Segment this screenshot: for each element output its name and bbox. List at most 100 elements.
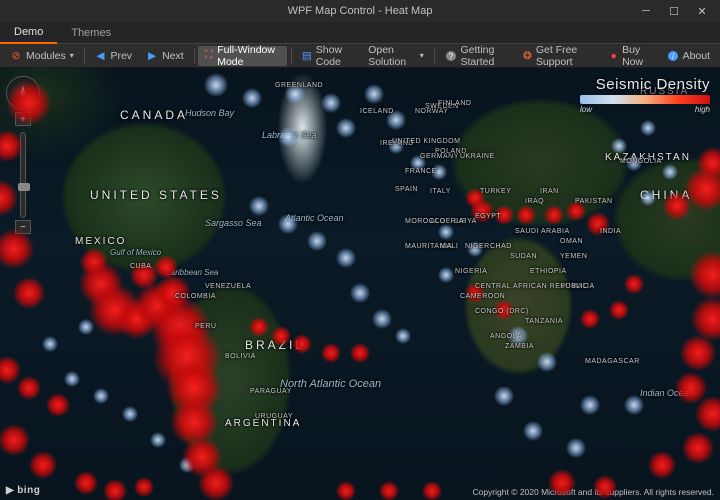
code-icon: ▤ <box>302 50 312 62</box>
heat-point <box>675 372 707 404</box>
country-label-small: POLAND <box>435 148 467 155</box>
heat-point <box>697 147 720 179</box>
chevron-down-icon: ▾ <box>420 51 424 60</box>
modules-label: Modules <box>26 50 66 62</box>
heat-point <box>154 255 178 279</box>
legend-low: low <box>580 105 592 114</box>
country-label-small: MOROCCO <box>405 218 446 225</box>
prev-button[interactable]: ◀ Prev <box>88 46 138 66</box>
next-button[interactable]: ▶ Next <box>140 46 190 66</box>
heat-point <box>467 241 483 257</box>
heat-point <box>508 326 528 346</box>
bing-icon: ▶ <box>6 485 14 496</box>
heat-point <box>609 300 629 320</box>
title-bar: WPF Map Control - Heat Map ─ ☐ ✕ <box>0 0 720 22</box>
full-window-label: Full-Window Mode <box>217 44 281 68</box>
close-button[interactable]: ✕ <box>688 0 716 22</box>
country-label-small: NIGER <box>465 243 490 250</box>
zoom-out-button[interactable]: − <box>15 220 31 234</box>
country-label-small: CAMEROON <box>460 293 505 300</box>
heat-point <box>388 138 404 154</box>
buy-now-button[interactable]: ● Buy Now <box>603 46 658 66</box>
country-label-small: URUGUAY <box>255 413 293 420</box>
separator <box>84 48 85 64</box>
getting-started-label: Getting Started <box>461 44 510 68</box>
heat-point <box>648 451 676 479</box>
heat-point <box>537 352 557 372</box>
about-button[interactable]: i About <box>661 46 716 66</box>
heat-point <box>350 283 370 303</box>
heat-point <box>74 471 98 495</box>
toolbar: ⊘ Modules ▾ ◀ Prev ▶ Next ⛶ Full-Window … <box>0 44 720 68</box>
buy-now-label: Buy Now <box>622 44 653 68</box>
water-label: North Atlantic Ocean <box>280 378 381 390</box>
prev-label: Prev <box>110 50 132 62</box>
modules-dropdown[interactable]: ⊘ Modules ▾ <box>4 46 80 66</box>
separator <box>194 48 195 64</box>
svg-text:i: i <box>672 52 674 61</box>
heat-point <box>307 231 327 251</box>
heat-point <box>580 309 600 329</box>
country-label-small: FINLAND <box>438 100 471 107</box>
free-support-button[interactable]: ❂ Get Free Support <box>517 46 601 66</box>
compass-control[interactable] <box>6 76 40 110</box>
zoom-thumb[interactable] <box>18 183 30 191</box>
show-code-label: Show Code <box>316 44 354 68</box>
heat-point <box>410 155 426 171</box>
minimize-button[interactable]: ─ <box>632 0 660 22</box>
zoom-in-button[interactable]: + <box>15 112 31 126</box>
country-label-small: ETHIOPIA <box>530 268 567 275</box>
heat-point <box>364 84 384 104</box>
country-label: UNITED STATES <box>90 188 222 202</box>
heat-point <box>680 335 716 371</box>
open-solution-dropdown[interactable]: Open Solution ▾ <box>362 46 430 66</box>
heat-point <box>372 309 392 329</box>
water-label: Hudson Bay <box>185 108 234 118</box>
heat-point <box>336 248 356 268</box>
country-label-small: NIGERIA <box>455 268 487 275</box>
heat-point <box>155 275 191 311</box>
country-label-small: UKRAINE <box>460 153 495 160</box>
water-label: Labrador Sea <box>262 130 317 140</box>
heat-point <box>494 300 514 320</box>
country-label-small: CONGO (DRC) <box>475 308 529 315</box>
country-label-small: OMAN <box>560 238 583 245</box>
heat-point <box>166 360 222 416</box>
separator <box>291 48 292 64</box>
country-label-small: NORWAY <box>415 108 449 115</box>
maximize-button[interactable]: ☐ <box>660 0 688 22</box>
country-label-small: BOLIVIA <box>225 353 256 360</box>
heat-point <box>438 224 454 240</box>
heat-point <box>285 84 305 104</box>
tab-demo[interactable]: Demo <box>0 22 57 44</box>
heat-point <box>465 283 485 303</box>
getting-started-button[interactable]: ? Getting Started <box>439 46 516 66</box>
country-label-small: CUBA <box>130 263 151 270</box>
country-label-small: ICELAND <box>360 108 394 115</box>
heat-point <box>516 205 536 225</box>
prev-icon: ◀ <box>94 50 106 62</box>
water-label: Indian Ocean <box>640 388 694 398</box>
heat-point <box>0 356 21 384</box>
heat-point <box>626 155 642 171</box>
next-label: Next <box>162 50 184 62</box>
window-title: WPF Map Control - Heat Map <box>288 5 433 17</box>
heat-point <box>662 164 678 180</box>
country-label-small: IRAN <box>540 188 559 195</box>
heat-point <box>580 395 600 415</box>
country-label-small: ANGOLA <box>490 333 522 340</box>
heat-point <box>29 451 57 479</box>
heat-point <box>586 212 610 236</box>
tab-themes[interactable]: Themes <box>57 22 125 44</box>
zoom-slider[interactable] <box>20 132 26 218</box>
heat-point <box>130 261 158 289</box>
country-label-small: FRANCE <box>405 168 437 175</box>
show-code-button[interactable]: ▤ Show Code <box>296 46 360 66</box>
heat-point <box>249 317 269 337</box>
full-window-mode-button[interactable]: ⛶ Full-Window Mode <box>198 46 287 66</box>
heat-point <box>103 479 127 500</box>
country-label-small: GREENLAND <box>275 82 323 89</box>
heat-point <box>431 164 447 180</box>
map-canvas[interactable]: + − CANADA UNITED STATES BRAZIL CHINA RU… <box>0 68 720 500</box>
heat-point <box>134 282 182 330</box>
